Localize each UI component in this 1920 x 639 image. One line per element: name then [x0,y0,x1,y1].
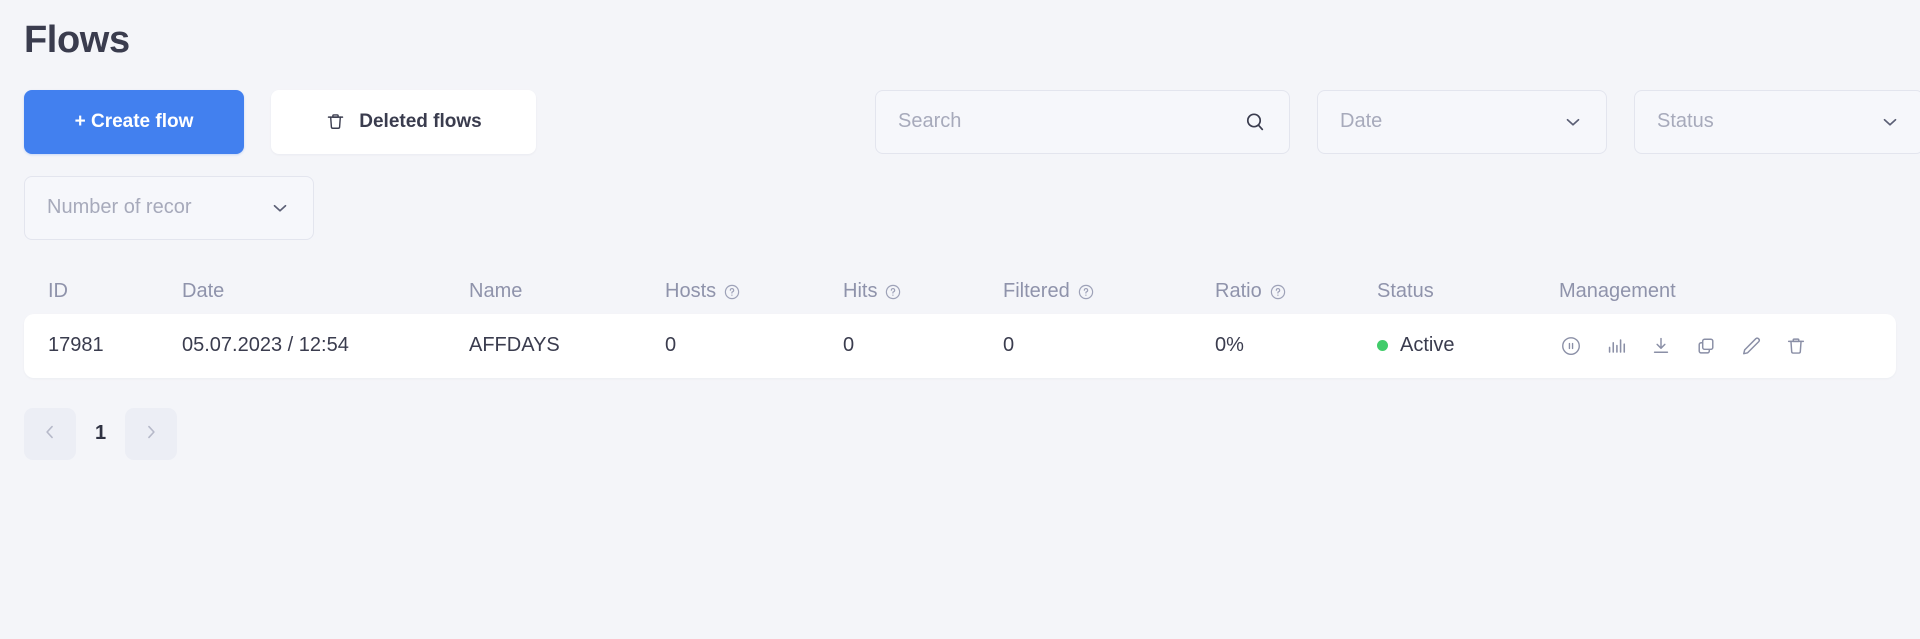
date-filter-label: Date [1340,110,1383,133]
column-header-status-label: Status [1377,280,1434,303]
toolbar: + Create flow Deleted flows Search Date … [24,89,1920,154]
column-header-name: Name [469,280,665,303]
flows-table: ID Date Name Hosts Hits Filtered Ratio S… [24,270,1896,378]
column-header-management-label: Management [1559,280,1676,303]
column-header-name-label: Name [469,280,523,303]
status-badge-dot [1377,340,1388,352]
filter-bar: Date Status [875,89,1920,154]
date-filter-dropdown[interactable]: Date [1317,89,1607,154]
cell-id: 17981 [48,334,104,357]
create-flow-label: + Create flow [74,110,194,132]
table-header-row: ID Date Name Hosts Hits Filtered Ratio S… [24,270,1896,314]
copy-icon[interactable] [1694,334,1718,358]
trash-icon [325,111,346,132]
row-actions [1559,334,1872,358]
column-header-id: ID [48,280,182,303]
status-badge-label: Active [1400,334,1455,357]
flows-page: Flows + Create flow Deleted flows Search… [0,0,1920,639]
cell-ratio: 0% [1215,334,1244,357]
column-header-date-label: Date [182,280,225,303]
chevron-left-icon [40,422,60,445]
chevron-down-icon[interactable] [269,197,291,219]
deleted-flows-button[interactable]: Deleted flows [271,89,536,154]
chevron-down-icon[interactable] [1879,111,1901,133]
column-header-hosts: Hosts [665,280,843,303]
chevron-down-icon[interactable] [1562,111,1584,133]
records-count-dropdown[interactable]: Number of recor [24,175,314,240]
pagination-prev-button[interactable] [24,407,76,460]
search-icon[interactable] [1243,110,1267,134]
column-header-ratio-label: Ratio [1215,280,1262,303]
column-header-filtered: Filtered [1003,280,1215,303]
pause-circle-icon[interactable] [1559,334,1583,358]
help-circle-icon[interactable] [723,283,741,301]
filter-bar-second-row: Number of recor [24,175,1896,240]
search-field[interactable] [875,89,1290,154]
column-header-hits-label: Hits [843,280,878,303]
cell-hits: 0 [843,334,855,357]
bar-chart-icon[interactable] [1604,334,1628,358]
cell-date: 05.07.2023 / 12:54 [182,334,349,357]
help-circle-icon[interactable] [1269,283,1287,301]
deleted-flows-label: Deleted flows [359,110,482,132]
column-header-date: Date [182,280,469,303]
page-title: Flows [24,19,130,61]
records-count-label: Number of recor [47,196,192,219]
search-input[interactable] [898,110,1243,134]
status-filter-dropdown[interactable]: Status [1634,89,1920,154]
column-header-filtered-label: Filtered [1003,280,1070,303]
help-circle-icon[interactable] [1077,283,1095,301]
column-header-status: Status [1377,280,1559,303]
chevron-right-icon [141,422,161,445]
help-circle-icon[interactable] [884,283,902,301]
column-header-id-label: ID [48,280,68,303]
cell-filtered: 0 [1003,334,1015,357]
cell-hosts: 0 [665,334,677,357]
cell-status: Active [1377,334,1559,357]
pagination-next-button[interactable] [125,407,178,460]
trash-icon[interactable] [1784,334,1808,358]
cell-name: AFFDAYS [469,334,560,357]
pagination-current-page[interactable]: 1 [87,422,114,445]
download-icon[interactable] [1649,334,1673,358]
edit-pencil-icon[interactable] [1739,334,1763,358]
table-row[interactable]: 17981 05.07.2023 / 12:54 AFFDAYS 0 0 0 0… [24,313,1896,378]
column-header-ratio: Ratio [1215,280,1377,303]
create-flow-button[interactable]: + Create flow [24,89,244,154]
status-filter-label: Status [1657,110,1714,133]
column-header-hosts-label: Hosts [665,280,717,303]
column-header-hits: Hits [843,280,1003,303]
cell-management [1559,334,1872,358]
pagination: 1 [24,407,1896,460]
column-header-management: Management [1559,280,1872,303]
